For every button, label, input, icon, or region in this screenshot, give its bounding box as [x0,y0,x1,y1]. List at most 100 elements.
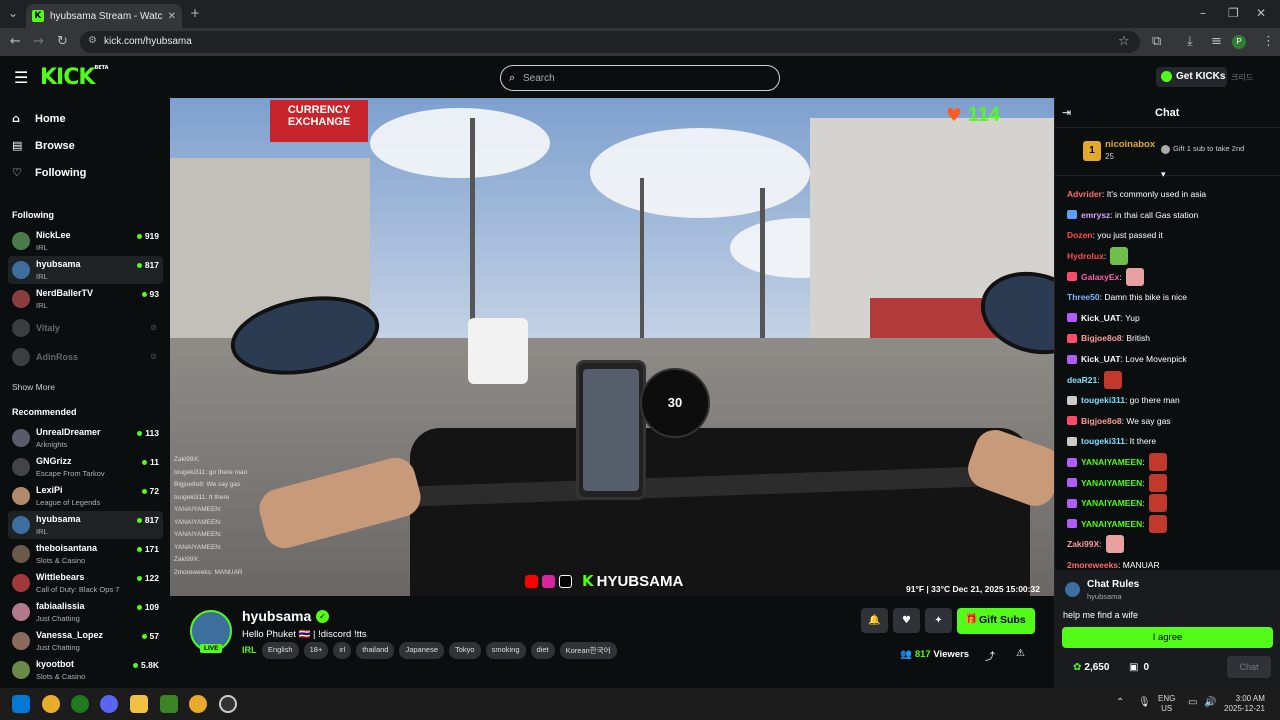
leader-name[interactable]: nicoinabox [1105,139,1155,150]
gift-count[interactable]: ▣ 0 [1129,662,1149,673]
chat-username[interactable]: GalaxyEx [1081,270,1119,284]
sidebar-channel-hyubsama[interactable]: hyubsama IRL 817 [8,256,163,284]
tag[interactable]: Tokyo [449,642,481,659]
new-tab-icon[interactable]: + [190,6,200,20]
windows-start-icon[interactable] [12,695,30,713]
chat-username[interactable]: Bigjoe8o8 [1081,331,1122,345]
tag[interactable]: smoking [485,642,526,659]
agree-button[interactable]: I agree [1062,627,1273,648]
chat-username[interactable]: tougeki311 [1081,434,1125,448]
tag[interactable]: diet [530,642,555,659]
show-more-link[interactable]: Show More [12,382,55,392]
minimize-icon[interactable]: – [1200,6,1206,20]
forward-icon[interactable]: → [33,34,44,49]
chat-username[interactable]: Zaki99X [1067,537,1099,551]
tag[interactable]: English [262,642,299,659]
tray-overflow-icon[interactable]: ⌃ [1116,697,1124,708]
sidebar-channel-wittlebears[interactable]: Wittlebears Call of Duty: Black Ops 7 122 [8,569,163,597]
url-field[interactable]: ⚙ kick.com/hyubsama [80,31,1140,53]
bookmark-star-icon[interactable]: ☆ [1118,34,1130,49]
app-icon[interactable] [219,695,237,713]
nav-browse[interactable]: ▤ Browse [12,139,75,152]
close-tab-icon[interactable]: ✕ [168,11,176,22]
clock[interactable]: 3:00 AM 2025-12-21 [1224,694,1265,714]
profile-avatar[interactable]: P [1232,35,1246,49]
input-language[interactable]: ENG US [1158,694,1175,714]
gift-subs-button[interactable]: 🎁 Gift Subs [957,608,1035,634]
expand-leaderboard-icon[interactable]: ▾ [1161,170,1166,180]
tag[interactable]: Japanese [399,642,444,659]
header-extra-text[interactable]: 크리드 [1231,72,1253,83]
chrome-icon[interactable] [42,695,60,713]
tag[interactable]: thailand [356,642,395,659]
xbox-icon[interactable] [71,695,89,713]
chat-username[interactable]: Advrider [1067,187,1102,201]
browser-tab[interactable]: K hyubsama Stream - Watch L ✕ [26,4,182,28]
stream-title: Hello Phuket 🇹🇭 | !discord !tts [242,629,367,640]
file-explorer-icon[interactable] [130,695,148,713]
sparkle-button[interactable]: ✦ [925,608,952,633]
sidebar-channel-vanessa-lopez[interactable]: Vanessa_Lopez Just Chatting 57 [8,627,163,655]
sidebar-channel-gngrizz[interactable]: GNGrizz Escape From Tarkov 11 [8,453,163,481]
network-icon[interactable]: ▭ [1188,697,1197,708]
sidebar-channel-theboisantana[interactable]: theboisantana Slots & Casino 171 [8,540,163,568]
extensions-icon[interactable]: ⧉ [1152,34,1161,49]
streamer-name[interactable]: hyubsama [242,608,311,624]
follow-heart-button[interactable]: ♥ [893,608,920,633]
reading-list-icon[interactable]: ≡ [1211,34,1222,49]
report-icon[interactable]: ⚠ [1016,648,1025,659]
reload-icon[interactable]: ↻ [57,34,68,49]
browser-menu-icon[interactable]: ⋮ [1262,34,1275,49]
sidebar-channel-adinross[interactable]: AdinRoss ⊘ [8,343,163,371]
microphone-icon[interactable]: 🎙 [1138,697,1151,708]
sidebar-channel-nerdballertv[interactable]: NerdBallerTV IRL 93 [8,285,163,313]
chat-username[interactable]: tougeki311 [1081,393,1125,407]
tag[interactable]: irl [333,642,352,659]
chat-username[interactable]: YANAIYAMEEN [1081,455,1142,469]
sidebar-channel-lexipi[interactable]: LexiPi League of Legends 72 [8,482,163,510]
tab-list-icon[interactable]: ⌄ [8,6,18,20]
volume-icon[interactable]: 🔊 [1204,697,1216,708]
chat-username[interactable]: Dozen [1067,228,1093,242]
collapse-chat-icon[interactable]: ⇥ [1062,106,1071,119]
kick-logo[interactable]: KICKBETA [40,65,109,90]
chat-username[interactable]: Kick_UAT [1081,352,1121,366]
sidebar-channel-unrealdreamer[interactable]: UnrealDreamer Arknights 113 [8,424,163,452]
discord-icon[interactable] [100,695,118,713]
chat-username[interactable]: YANAIYAMEEN [1081,517,1142,531]
sidebar-channel-hyubsama-rec[interactable]: hyubsama IRL 817 [8,511,163,539]
sidebar-channel-fabiaalissia[interactable]: fabiaalissia Just Chatting 109 [8,598,163,626]
minecraft-icon[interactable] [160,695,178,713]
stream-category[interactable]: IRL [242,645,257,655]
tag[interactable]: 18+ [303,642,329,659]
gift-prompt[interactable]: Gift 1 sub to take 2nd [1161,144,1244,154]
search-input[interactable]: ⌕ Search [500,65,780,91]
chat-username[interactable]: Bigjoe8o8 [1081,414,1122,428]
channel-points[interactable]: ✿ 2,650 [1073,662,1109,673]
chat-username[interactable]: emrysz [1081,208,1110,222]
chat-username[interactable]: Hydrolux [1067,249,1104,263]
chat-username[interactable]: Kick_UAT [1081,311,1121,325]
sidebar-channel-vitaly[interactable]: Vitaly ⊘ [8,314,163,342]
video-player[interactable]: CURRENCY EXCHANGE 30 ♥ 114 Zaki99X: tougek… [170,98,1054,596]
back-icon[interactable]: ← [10,34,21,49]
nav-following[interactable]: ♡ Following [12,166,86,179]
chat-username[interactable]: deaR21 [1067,373,1097,387]
site-info-icon[interactable]: ⚙ [88,35,97,46]
restore-icon[interactable]: ❐ [1228,6,1239,20]
sidebar-channel-nicklee[interactable]: NickLee IRL 919 [8,227,163,255]
window-close-icon[interactable]: ✕ [1256,6,1266,20]
share-icon[interactable]: ⤴ [985,648,995,663]
download-icon[interactable]: ⤓ [1187,34,1193,49]
nav-home[interactable]: ⌂ Home [12,112,66,125]
chat-send-button[interactable]: Chat [1227,656,1271,678]
chat-username[interactable]: Three50 [1067,290,1100,304]
menu-icon[interactable]: ☰ [14,68,28,87]
get-kicks-button[interactable]: Get KICKs [1156,67,1227,87]
notification-bell-button[interactable]: 🔔 [861,608,888,633]
tag[interactable]: Korean한국어 [559,642,617,659]
sidebar-channel-kyootbot[interactable]: kyootbot Slots & Casino 5.8K [8,656,163,684]
chrome-active-icon[interactable] [189,695,207,713]
chat-username[interactable]: YANAIYAMEEN [1081,476,1142,490]
chat-username[interactable]: YANAIYAMEEN [1081,496,1142,510]
